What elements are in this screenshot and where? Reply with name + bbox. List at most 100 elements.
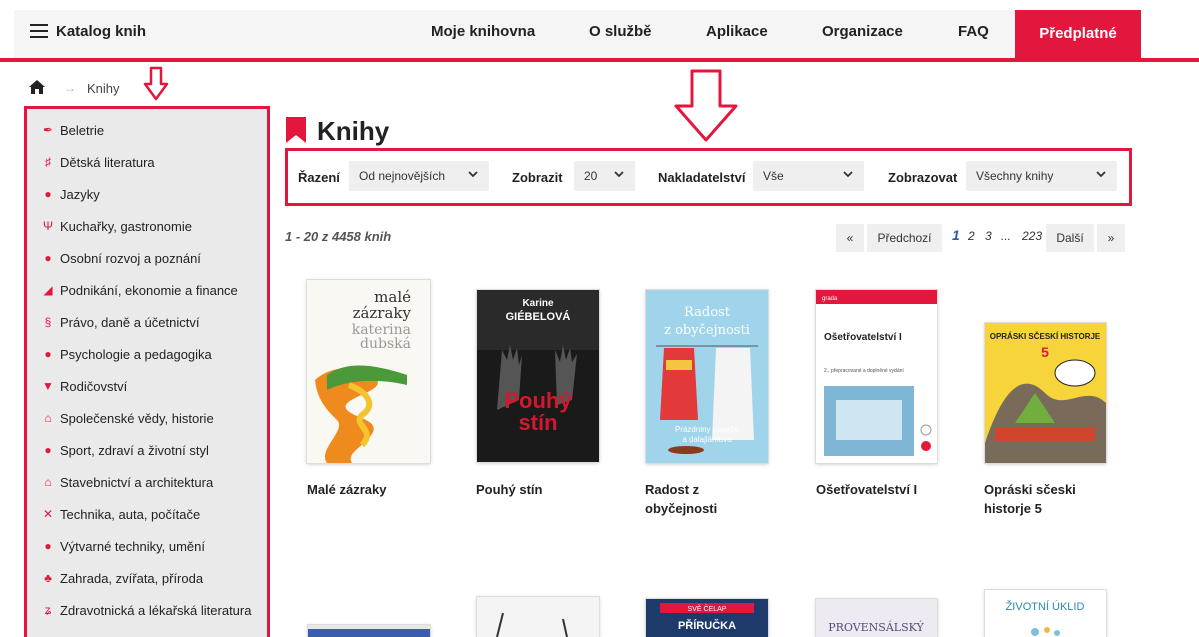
paragraph-icon: § [44,315,52,329]
house-icon: ⌂ [44,475,52,489]
page-title: Knihy [317,116,390,146]
nav-organizations[interactable]: Organizace [822,23,903,40]
category-art[interactable]: ● Výtvarné techniky, umění [42,534,205,558]
home-icon[interactable] [28,79,46,95]
show-count-label: Zobrazit [512,170,563,185]
book-cover[interactable]: Karine GIÉBELOVÁ Pouhý stín [477,290,599,462]
cover-subtitle-line: 2., přepracované a doplněné vydání [824,368,904,374]
category-law[interactable]: § Právo, daně a účetnictví [42,310,200,334]
sort-label: Řazení [298,170,340,185]
book-cover[interactable] [308,625,430,637]
category-architecture[interactable]: ⌂ Stavebnictví a architektura [42,470,213,494]
subscription-button[interactable]: Předplatné [1015,10,1141,58]
pagination-ellipsis: ... [1001,229,1012,243]
category-medical[interactable]: ʑ Zdravotnická a lékařská literatura [42,598,252,622]
category-sport-health[interactable]: ● Sport, zdraví a životní styl [42,438,208,462]
first-page-button[interactable]: « [836,224,864,252]
cover-title-line: PŘÍRUČKA [678,619,736,632]
category-technology[interactable]: ✕ Technika, auta, počítače [42,502,200,526]
book-cover[interactable]: PROVENSÁLSKÝ [816,599,937,637]
chevron-down-icon [1096,171,1106,178]
category-languages[interactable]: ● Jazyky [42,182,99,206]
brain-icon: ● [44,251,52,265]
cover-title-line: zázraky [353,304,412,322]
cover-title-line: Radost [684,305,731,320]
book-title[interactable]: Opráski sčeski historje 5 [984,480,1104,518]
cover-author-line: Karine [522,298,554,309]
breadcrumb-current: Knihy [87,81,120,96]
chevron-down-icon [614,171,624,178]
cover-author-line: GIÉBELOVÁ [506,310,571,323]
header-accent-line [0,58,1199,62]
last-page-button[interactable]: » [1097,224,1125,252]
stroller-icon: ▼ [42,379,54,393]
cover-title-line: stín [518,410,557,435]
cover-series-label: SVĚ ČELAP [688,604,727,613]
cover-title-line: Ošetřovatelství I [824,332,902,343]
category-parenting[interactable]: ▼ Rodičovství [42,374,127,398]
ball-icon: ● [44,443,52,457]
chart-icon: ◢ [43,283,53,297]
display-select[interactable]: Všechny knihy [966,161,1117,191]
show-count-select[interactable]: 20 [574,161,635,191]
cover-title-line: z obyčejnosti [664,323,750,338]
category-cookbooks[interactable]: Ψ Kuchařky, gastronomie [42,214,192,238]
category-personal-growth[interactable]: ● Osobní rozvoj a poznání [42,246,201,270]
category-business[interactable]: ◢ Podnikání, ekonomie a finance [42,278,237,302]
plant-icon: ♣ [44,571,52,585]
hamburger-menu-icon[interactable] [30,24,48,38]
cover-volume-number: 5 [1041,344,1049,360]
cover-subtitle-line: a dalajlámova [682,435,732,444]
cover-title-line: PROVENSÁLSKÝ [828,620,924,634]
bookmark-icon [286,117,306,143]
sort-select[interactable]: Od nejnovějších [349,161,489,191]
book-title[interactable]: Malé zázraky [307,480,387,499]
annotation-arrow-icon [143,66,169,101]
nav-faq[interactable]: FAQ [958,23,989,40]
book-cover[interactable] [477,597,599,637]
book-cover[interactable]: Radost z obyčejnosti Prázdniny papeže a … [646,290,768,463]
book-cover[interactable]: SVĚ ČELAP PŘÍRUČKA [646,599,768,637]
pen-icon: ✒ [42,123,54,137]
book-title[interactable]: Radost z obyčejnosti [645,480,765,518]
breadcrumb-separator-icon: → [64,81,76,95]
next-page-button[interactable]: Další [1046,224,1094,252]
publisher-select[interactable]: Vše [753,161,864,191]
display-label: Zobrazovat [888,170,958,185]
book-title[interactable]: Ošetřovatelství I [816,480,917,499]
building-icon: ⌂ [44,411,52,425]
chevron-down-icon [843,171,853,178]
category-psychology[interactable]: ● Psychologie a pedagogika [42,342,211,366]
category-social-sciences[interactable]: ⌂ Společenské vědy, historie [42,406,213,430]
tools-icon: ✕ [42,507,54,521]
nav-my-library[interactable]: Moje knihovna [431,23,535,40]
page-1-link[interactable]: 1 [952,227,960,243]
cover-author-line: dubská [360,336,411,352]
book-cover[interactable]: ŽIVOTNÍ ÚKLID [985,590,1106,637]
palette-icon: ● [44,539,52,553]
head-icon: ● [44,347,52,361]
category-fiction[interactable]: ✒ Beletrie [42,118,104,142]
globe-icon: ● [44,187,52,201]
caduceus-icon: ʑ [44,603,52,617]
catalog-link[interactable]: Katalog knih [56,23,146,40]
results-count: 1 - 20 z 4458 knih [285,229,392,244]
annotation-arrow-icon [674,69,738,142]
book-cover[interactable]: malé zázraky katerina dubská [307,280,430,463]
page-last-link[interactable]: 223 [1022,229,1042,243]
page-2-link[interactable]: 2 [968,229,975,243]
nav-about-service[interactable]: O službě [589,23,652,40]
prev-page-button[interactable]: Předchozí [867,224,942,252]
cutlery-icon: Ψ [42,219,54,233]
page-3-link[interactable]: 3 [985,229,992,243]
book-cover[interactable]: OPRÁSKI SČESKÍ HISTORJE 5 [985,323,1106,463]
toy-icon: ♯ [45,155,51,169]
book-title[interactable]: Pouhý stín [476,480,542,499]
book-cover[interactable]: grada Ošetřovatelství I 2., přepracované… [816,290,937,463]
category-children[interactable]: ♯ Dětská literatura [42,150,155,174]
publisher-label: Nakladatelství [658,170,746,185]
category-garden-nature[interactable]: ♣ Zahrada, zvířata, příroda [42,566,203,590]
cover-title-line: OPRÁSKI SČESKÍ HISTORJE [990,332,1101,341]
cover-subtitle-line: Prázdniny papeže [675,425,740,434]
nav-apps[interactable]: Aplikace [706,23,768,40]
